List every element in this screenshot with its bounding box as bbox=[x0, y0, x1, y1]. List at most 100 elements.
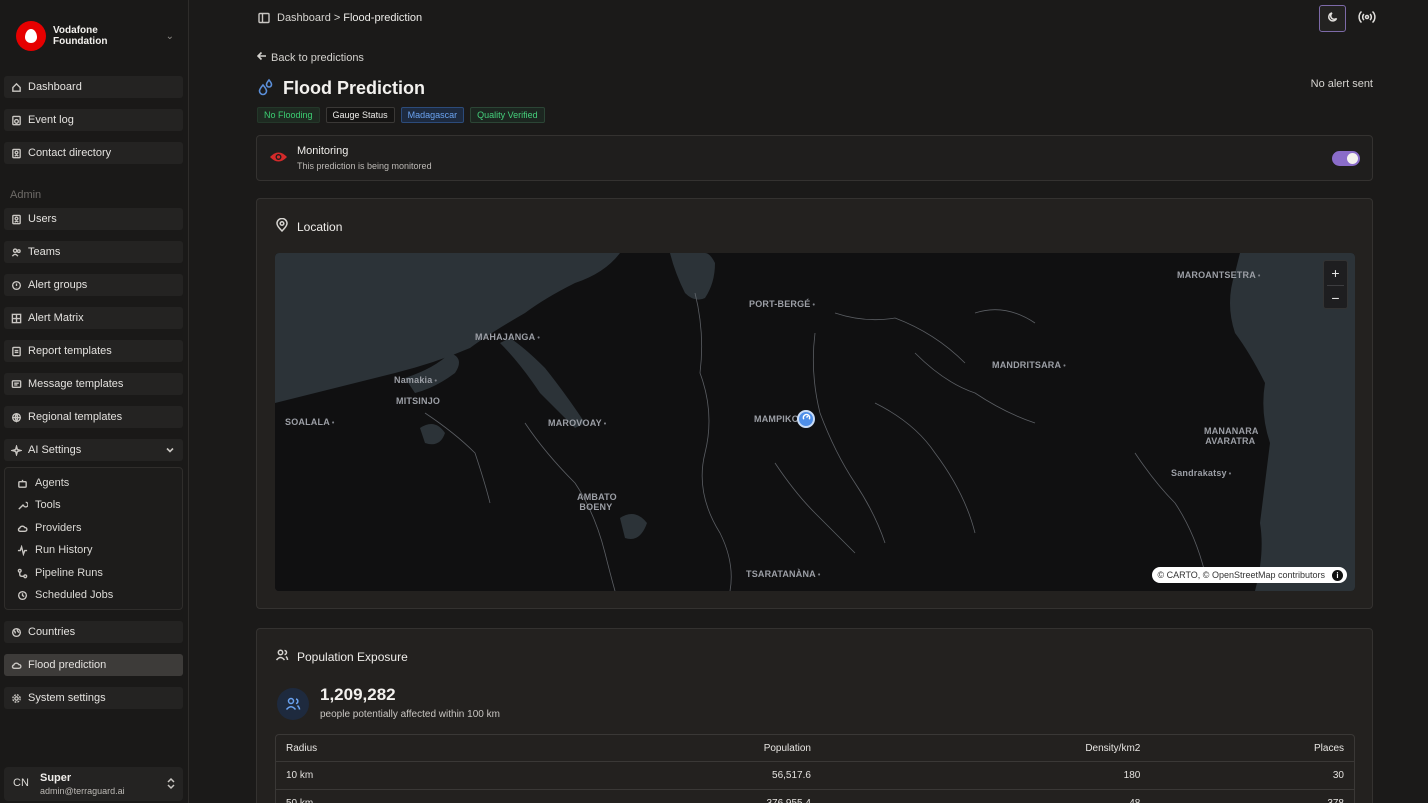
map-label-mitsinjo: MITSINJO bbox=[396, 396, 441, 406]
table-row: 50 km 376,955.4 48 378 bbox=[276, 790, 1354, 803]
table-cell: 10 km bbox=[276, 762, 606, 790]
table-cell: 48 bbox=[821, 790, 1150, 803]
monitoring-card: Monitoring This prediction is being moni… bbox=[256, 135, 1373, 181]
sidebar-toggle-icon[interactable] bbox=[258, 12, 270, 27]
earth-icon bbox=[11, 627, 22, 638]
zoom-out-button[interactable]: − bbox=[1324, 286, 1347, 310]
zoom-in-button[interactable]: + bbox=[1324, 261, 1347, 285]
chevron-down-icon: ⌄ bbox=[165, 31, 174, 42]
sidebar-item-report-templates[interactable]: Report templates bbox=[4, 340, 183, 362]
map-label-ambato-boeny: AMBATO BOENY bbox=[577, 492, 617, 512]
sidebar-item-providers[interactable]: Providers bbox=[17, 519, 81, 537]
map-zoom-control: + − bbox=[1323, 260, 1348, 309]
breadcrumb-dashboard[interactable]: Dashboard bbox=[277, 12, 331, 24]
table-cell: 376,955.4 bbox=[605, 790, 821, 803]
moon-icon bbox=[1327, 11, 1339, 26]
theme-toggle-button[interactable] bbox=[1319, 5, 1346, 32]
sidebar-item-ai-settings[interactable]: AI Settings bbox=[4, 439, 183, 461]
sidebar-item-flood-prediction[interactable]: Flood prediction bbox=[4, 654, 183, 676]
column-header-population: Population bbox=[605, 735, 821, 762]
user-menu[interactable]: CN Super admin@terraguard.ai bbox=[4, 767, 183, 801]
sidebar-item-tools[interactable]: Tools bbox=[17, 496, 61, 514]
map-label-tsaratanana: TSARATANÀNA bbox=[746, 569, 821, 581]
workflow-icon bbox=[17, 568, 28, 579]
map-attribution: © CARTO, © OpenStreetMap contributors i bbox=[1151, 567, 1347, 583]
back-to-predictions-link[interactable]: Back to predictions bbox=[256, 51, 364, 64]
sidebar-item-run-history[interactable]: Run History bbox=[17, 541, 92, 559]
gauge-icon bbox=[802, 413, 811, 425]
sidebar: Vodafone Foundation ⌄ Dashboard Event lo… bbox=[0, 0, 189, 803]
prediction-location-marker[interactable] bbox=[797, 410, 815, 428]
message-icon bbox=[11, 379, 22, 390]
sidebar-item-scheduled-jobs[interactable]: Scheduled Jobs bbox=[17, 586, 113, 604]
report-icon bbox=[11, 346, 22, 357]
map-label-marovoay: MAROVOAY bbox=[548, 418, 606, 430]
monitoring-toggle[interactable] bbox=[1332, 151, 1360, 166]
map-label-mahajanga: MAHAJANGA bbox=[475, 332, 540, 344]
sidebar-item-alert-matrix[interactable]: Alert Matrix bbox=[4, 307, 183, 329]
broadcast-button[interactable] bbox=[1356, 8, 1378, 28]
gear-icon bbox=[11, 693, 22, 704]
sidebar-item-teams[interactable]: Teams bbox=[4, 241, 183, 263]
attribution-text[interactable]: © CARTO, © OpenStreetMap contributors bbox=[1158, 570, 1326, 580]
chevron-up-down-icon bbox=[166, 777, 176, 793]
monitoring-subtitle: This prediction is being monitored bbox=[297, 161, 432, 171]
sidebar-item-regional-templates[interactable]: Regional templates bbox=[4, 406, 183, 428]
sidebar-item-message-templates[interactable]: Message templates bbox=[4, 373, 183, 395]
avatar: CN bbox=[13, 777, 29, 789]
chevron-down-icon bbox=[165, 445, 175, 458]
vodafone-logo bbox=[16, 21, 46, 51]
grid-icon bbox=[11, 313, 22, 324]
arrow-left-icon bbox=[256, 51, 267, 64]
map-label-port-berge: PORT-BERGÉ bbox=[749, 299, 815, 311]
sidebar-item-alert-groups[interactable]: Alert groups bbox=[4, 274, 183, 296]
sidebar-item-countries[interactable]: Countries bbox=[4, 621, 183, 643]
home-icon bbox=[11, 82, 22, 93]
map[interactable]: MAROANTSETRA PORT-BERGÉ MAHAJANGA MANDRI… bbox=[275, 253, 1355, 591]
org-switcher[interactable]: Vodafone Foundation ⌄ bbox=[16, 20, 176, 52]
sidebar-item-event-log[interactable]: Event log bbox=[4, 109, 183, 131]
globe-icon bbox=[11, 412, 22, 423]
user-badge-icon bbox=[11, 214, 22, 225]
status-badges: No Flooding Gauge Status Madagascar Qual… bbox=[257, 107, 545, 123]
sidebar-item-users[interactable]: Users bbox=[4, 208, 183, 230]
column-header-places: Places bbox=[1150, 735, 1354, 762]
population-table: Radius Population Density/km2 Places 10 … bbox=[275, 734, 1355, 803]
info-icon[interactable]: i bbox=[1332, 569, 1343, 581]
population-icon bbox=[277, 688, 309, 720]
status-badge-country: Madagascar bbox=[400, 107, 465, 123]
column-header-density: Density/km2 bbox=[820, 735, 1151, 762]
column-header-radius: Radius bbox=[276, 735, 606, 762]
clock-file-icon bbox=[11, 115, 22, 126]
org-name: Vodafone Foundation bbox=[53, 25, 108, 47]
location-card: Location MAROANTSETRA • PORT-BERGÉ • MAH… bbox=[256, 198, 1373, 609]
sidebar-item-dashboard[interactable]: Dashboard bbox=[4, 76, 183, 98]
population-total: 1,209,282 bbox=[320, 685, 396, 704]
broadcast-icon bbox=[1358, 9, 1376, 28]
cloud-icon bbox=[17, 523, 28, 534]
map-label-soalala: SOALALA bbox=[285, 417, 335, 429]
table-cell: 56,517.6 bbox=[605, 762, 821, 790]
bot-icon bbox=[17, 478, 28, 489]
users-icon bbox=[275, 648, 289, 665]
table-cell: 180 bbox=[820, 762, 1151, 790]
contacts-icon bbox=[11, 148, 22, 159]
table-row: 10 km 56,517.6 180 30 bbox=[276, 762, 1354, 790]
map-label-sandrakatsy: Sandrakatsy bbox=[1171, 468, 1231, 480]
sidebar-item-contact-directory[interactable]: Contact directory bbox=[4, 142, 183, 164]
page-title: Flood Prediction bbox=[283, 78, 425, 98]
wrench-icon bbox=[17, 500, 28, 511]
breadcrumb: Dashboard > Flood-prediction bbox=[277, 12, 422, 24]
sidebar-item-agents[interactable]: Agents bbox=[17, 474, 69, 492]
table-header-row: Radius Population Density/km2 Places bbox=[276, 735, 1354, 762]
map-label-mandritsara: MANDRITSARA bbox=[992, 360, 1066, 372]
sidebar-item-pipeline-runs[interactable]: Pipeline Runs bbox=[17, 564, 103, 582]
alert-status: No alert sent bbox=[1310, 78, 1373, 90]
sidebar-item-system-settings[interactable]: System settings bbox=[4, 687, 183, 709]
table-cell: 30 bbox=[1150, 762, 1354, 790]
user-email: admin@terraguard.ai bbox=[40, 786, 125, 796]
status-badge-gauge: Gauge Status bbox=[325, 107, 395, 123]
location-header: Location bbox=[275, 217, 342, 235]
breadcrumb-current: Flood-prediction bbox=[343, 12, 423, 24]
table-cell: 50 km bbox=[276, 790, 605, 803]
